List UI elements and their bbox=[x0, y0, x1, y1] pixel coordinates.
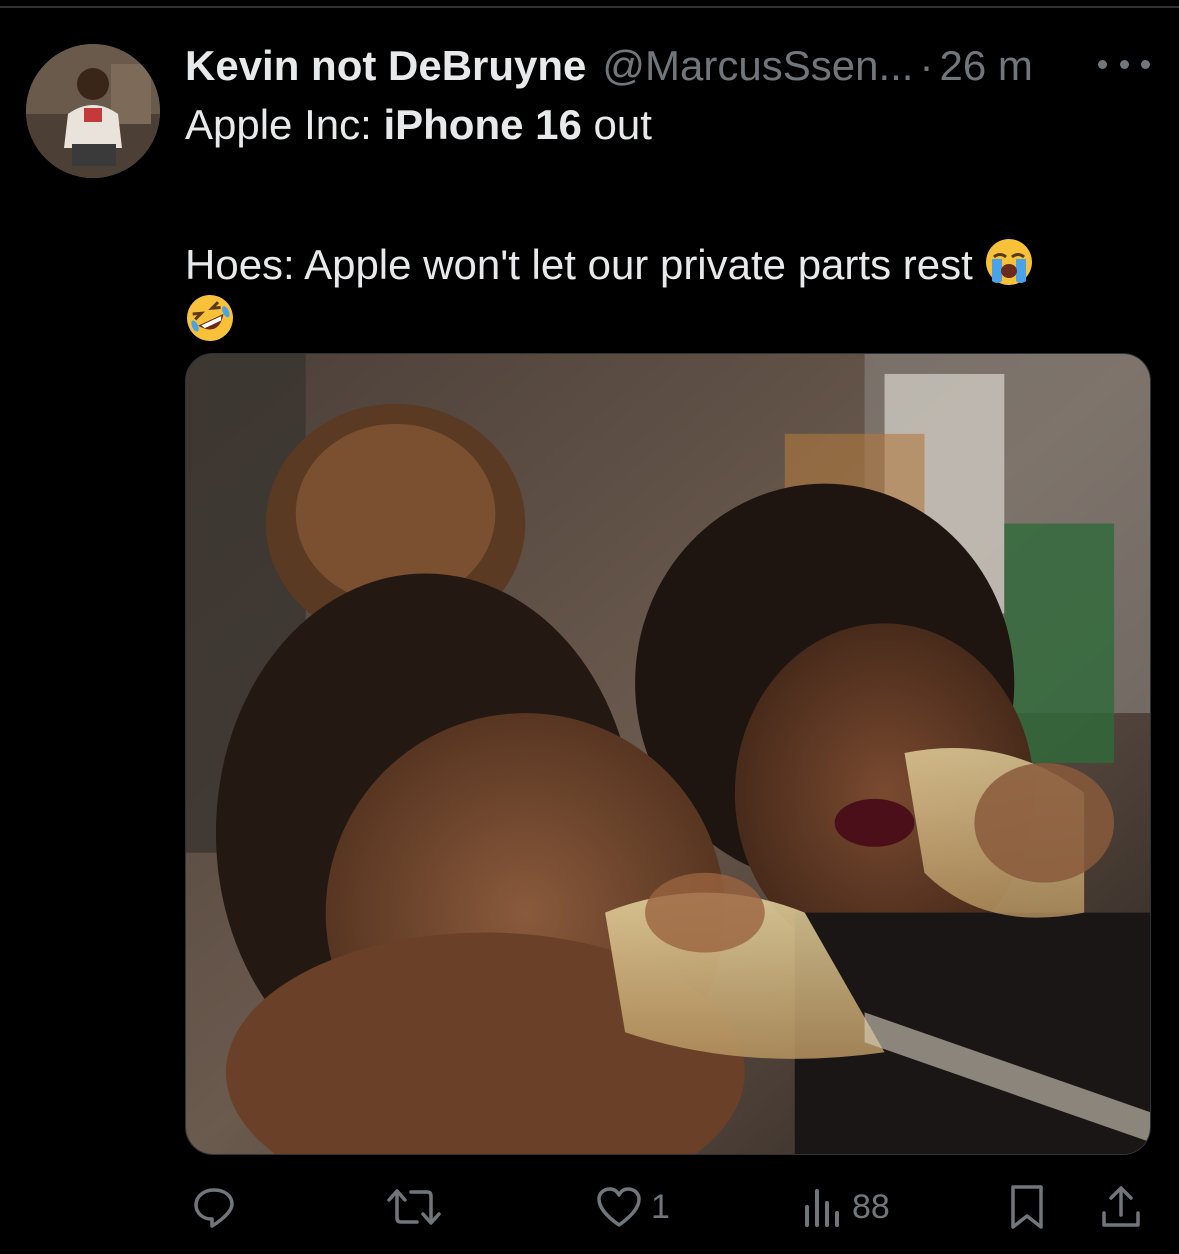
views-button[interactable]: 88 bbox=[802, 1180, 890, 1234]
tweet-actions-bar: 1 88 bbox=[185, 1180, 1151, 1234]
repost-icon bbox=[385, 1184, 443, 1230]
tweet-line-2-text: Hoes: Apple won't let our private parts … bbox=[185, 241, 973, 288]
tweet-line-3 bbox=[185, 293, 1145, 349]
timestamp[interactable]: 26 m bbox=[939, 38, 1032, 94]
user-handle[interactable]: @MarcusSsen... bbox=[602, 38, 913, 94]
rolling-on-floor-laughing-icon bbox=[185, 293, 235, 343]
like-button[interactable]: 1 bbox=[595, 1180, 670, 1234]
tweet-line-2: Hoes: Apple won't let our private parts … bbox=[185, 237, 1145, 293]
more-options-icon[interactable] bbox=[1098, 48, 1150, 80]
tweet-line-1-prefix: Apple Inc: bbox=[185, 101, 384, 148]
reply-button[interactable] bbox=[191, 1180, 245, 1234]
tweet-line-1-suffix: out bbox=[581, 101, 652, 148]
heart-icon bbox=[595, 1185, 643, 1229]
bookmark-button[interactable] bbox=[1007, 1180, 1047, 1234]
tweet-text: Apple Inc: iPhone 16 out Hoes: Apple won… bbox=[185, 97, 1145, 349]
dot-separator: · bbox=[919, 42, 934, 89]
bookmark-icon bbox=[1007, 1183, 1047, 1231]
views-chart-icon bbox=[802, 1185, 844, 1229]
display-name[interactable]: Kevin not DeBruyne bbox=[185, 38, 586, 94]
tweet-line-1-bold: iPhone 16 bbox=[383, 101, 582, 148]
reply-icon bbox=[191, 1184, 237, 1230]
tweet-media-image[interactable] bbox=[185, 353, 1151, 1155]
repost-button[interactable] bbox=[385, 1180, 451, 1234]
avatar-photo bbox=[26, 44, 160, 178]
share-icon bbox=[1099, 1183, 1143, 1231]
avatar[interactable] bbox=[26, 44, 160, 178]
loudly-crying-face-icon bbox=[984, 237, 1034, 287]
tweet-header: Kevin not DeBruyne @MarcusSsen... · 26 m bbox=[185, 38, 1085, 94]
top-divider bbox=[0, 6, 1179, 8]
like-count: 1 bbox=[651, 1187, 670, 1226]
tweet-line-1: Apple Inc: iPhone 16 out bbox=[185, 97, 1145, 153]
photo-two-women-drinking bbox=[186, 354, 1150, 1154]
views-count: 88 bbox=[852, 1187, 890, 1226]
share-button[interactable] bbox=[1099, 1180, 1143, 1234]
